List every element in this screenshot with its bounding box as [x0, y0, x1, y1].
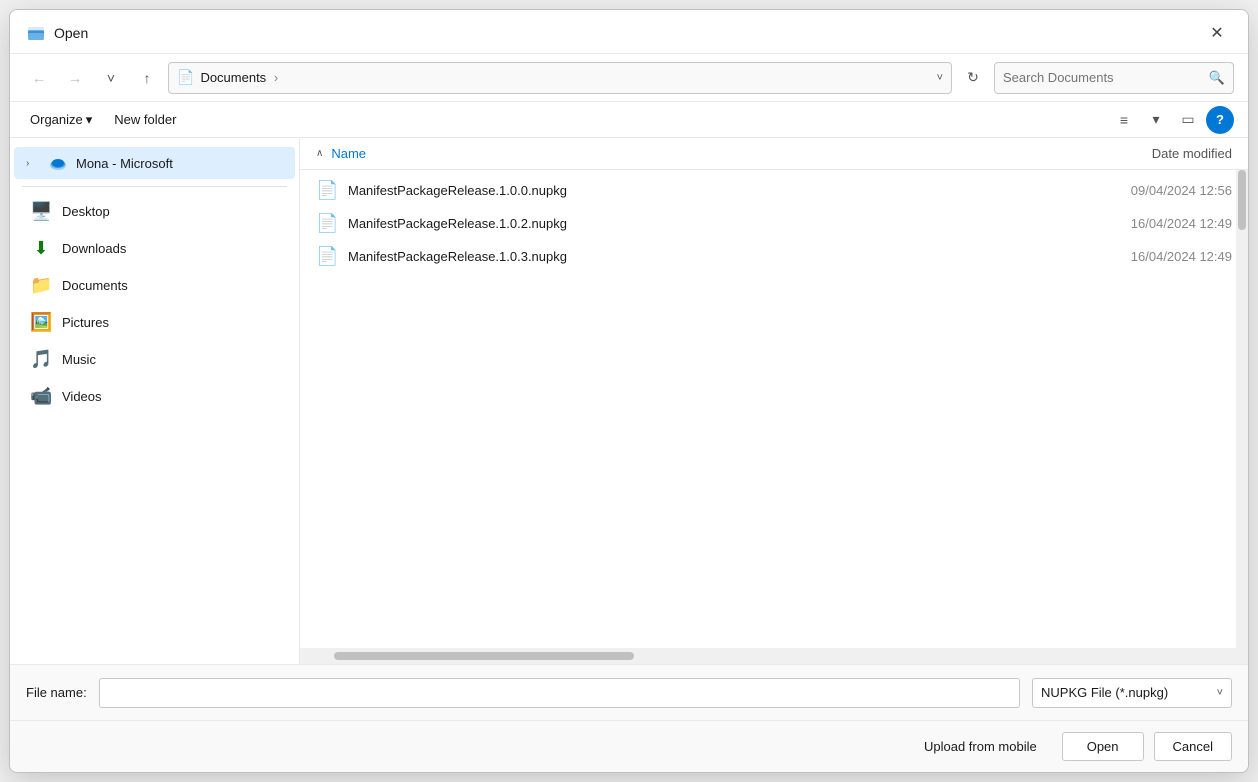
- desktop-icon: 🖥️: [30, 201, 52, 222]
- documents-icon: 📁: [30, 275, 52, 296]
- file-type-label: NUPKG File (*.nupkg): [1041, 685, 1168, 700]
- sidebar-label-pictures: Pictures: [62, 315, 255, 330]
- title-bar-left: Open: [26, 23, 88, 43]
- search-icon: 🔍: [1209, 70, 1225, 86]
- file-area: ∧ Name Date modified 📄 ManifestPackageRe…: [300, 138, 1248, 664]
- view-options-button[interactable]: ≡: [1110, 106, 1138, 134]
- sidebar-item-music[interactable]: 🎵 Music 📌: [14, 342, 295, 377]
- sidebar-label-documents: Documents: [62, 278, 255, 293]
- column-name[interactable]: Name: [331, 142, 1032, 165]
- sidebar-item-pictures[interactable]: 🖼️ Pictures 📌: [14, 305, 295, 340]
- secondary-toolbar: Organize ▾ New folder ≡ ▾ ▭ ?: [10, 102, 1248, 138]
- file-name-input-wrap[interactable]: [99, 678, 1020, 708]
- sidebar-chevron-icon: ›: [26, 158, 40, 169]
- open-dialog: Open ✕ ← → ˅ ↑ 📄 Documents › ˅ ↻: [9, 9, 1249, 773]
- collapse-button[interactable]: ∧: [316, 148, 323, 159]
- search-box[interactable]: 🔍: [994, 62, 1234, 94]
- file-date-1: 16/04/2024 12:49: [1032, 216, 1232, 231]
- onedrive-icon: [48, 153, 68, 173]
- open-dialog-icon: [26, 23, 46, 43]
- vertical-scrollbar-thumb[interactable]: [1238, 170, 1246, 230]
- action-bar: Upload from mobile Open Cancel: [10, 720, 1248, 772]
- breadcrumb: Documents ›: [200, 70, 282, 85]
- horizontal-scrollbar-thumb[interactable]: [334, 652, 634, 660]
- sidebar-item-desktop[interactable]: 🖥️ Desktop 📌: [14, 194, 295, 229]
- address-dropdown-icon[interactable]: ˅: [937, 72, 943, 84]
- sidebar-item-downloads[interactable]: ⬇ Downloads 📌: [14, 231, 295, 266]
- address-folder-icon: 📄: [177, 69, 194, 86]
- sidebar-divider: [22, 186, 287, 187]
- open-button[interactable]: Open: [1062, 732, 1144, 761]
- sidebar-label-videos: Videos: [62, 389, 255, 404]
- cancel-button[interactable]: Cancel: [1154, 732, 1232, 761]
- file-name-1: ManifestPackageRelease.1.0.2.nupkg: [348, 216, 1022, 231]
- sidebar-item-documents[interactable]: 📁 Documents 📌: [14, 268, 295, 303]
- column-date[interactable]: Date modified: [1032, 142, 1232, 165]
- pane-button[interactable]: ▭: [1174, 106, 1202, 134]
- title-bar: Open ✕: [10, 10, 1248, 54]
- file-name-input[interactable]: [108, 685, 1011, 700]
- file-list: 📄 ManifestPackageRelease.1.0.0.nupkg 09/…: [300, 170, 1248, 648]
- forward-button[interactable]: →: [60, 63, 90, 93]
- sidebar-item-videos[interactable]: 📹 Videos 📌: [14, 379, 295, 414]
- pictures-icon: 🖼️: [30, 312, 52, 333]
- main-content: › Mona - Microsoft 🖥️ Desktop 📌 ⬇ Downlo…: [10, 138, 1248, 664]
- dialog-title: Open: [54, 25, 88, 41]
- file-type-dropdown-arrow: ˅: [1217, 687, 1223, 699]
- close-button[interactable]: ✕: [1202, 18, 1232, 48]
- table-row[interactable]: 📄 ManifestPackageRelease.1.0.2.nupkg 16/…: [300, 207, 1248, 240]
- file-icon-1: 📄: [316, 213, 338, 234]
- file-name-label: File name:: [26, 685, 87, 700]
- file-icon-2: 📄: [316, 246, 338, 267]
- navigation-toolbar: ← → ˅ ↑ 📄 Documents › ˅ ↻ 🔍: [10, 54, 1248, 102]
- horizontal-scroll[interactable]: [300, 648, 1248, 664]
- table-row[interactable]: 📄 ManifestPackageRelease.1.0.3.nupkg 16/…: [300, 240, 1248, 273]
- sidebar-label-music: Music: [62, 352, 255, 367]
- sidebar: › Mona - Microsoft 🖥️ Desktop 📌 ⬇ Downlo…: [10, 138, 300, 664]
- sidebar-label-desktop: Desktop: [62, 204, 255, 219]
- dropdown-recent-button[interactable]: ˅: [96, 63, 126, 93]
- upload-from-mobile-button[interactable]: Upload from mobile: [909, 732, 1052, 761]
- vertical-scrollbar-track[interactable]: [1236, 170, 1248, 648]
- organize-button[interactable]: Organize ▾: [24, 109, 98, 131]
- file-date-0: 09/04/2024 12:56: [1032, 183, 1232, 198]
- videos-icon: 📹: [30, 386, 52, 407]
- file-list-header: ∧ Name Date modified: [300, 138, 1248, 170]
- view-dropdown-button[interactable]: ▾: [1142, 106, 1170, 134]
- file-name-2: ManifestPackageRelease.1.0.3.nupkg: [348, 249, 1022, 264]
- table-row[interactable]: 📄 ManifestPackageRelease.1.0.0.nupkg 09/…: [300, 174, 1248, 207]
- search-input[interactable]: [1003, 70, 1203, 85]
- toolbar-right: ≡ ▾ ▭ ?: [1110, 106, 1234, 134]
- up-button[interactable]: ↑: [132, 63, 162, 93]
- sidebar-cloud-item[interactable]: › Mona - Microsoft: [14, 147, 295, 179]
- file-type-dropdown[interactable]: NUPKG File (*.nupkg) ˅: [1032, 678, 1232, 708]
- back-button[interactable]: ←: [24, 63, 54, 93]
- downloads-icon: ⬇: [30, 238, 52, 259]
- sidebar-label-downloads: Downloads: [62, 241, 255, 256]
- refresh-button[interactable]: ↻: [958, 63, 988, 93]
- breadcrumb-separator: ›: [274, 70, 278, 85]
- file-date-2: 16/04/2024 12:49: [1032, 249, 1232, 264]
- file-icon-0: 📄: [316, 180, 338, 201]
- music-icon: 🎵: [30, 349, 52, 370]
- help-button[interactable]: ?: [1206, 106, 1234, 134]
- address-bar[interactable]: 📄 Documents › ˅: [168, 62, 952, 94]
- file-name-0: ManifestPackageRelease.1.0.0.nupkg: [348, 183, 1022, 198]
- sidebar-cloud-label: Mona - Microsoft: [76, 156, 173, 171]
- bottom-bar: File name: NUPKG File (*.nupkg) ˅: [10, 664, 1248, 720]
- new-folder-button[interactable]: New folder: [106, 109, 184, 130]
